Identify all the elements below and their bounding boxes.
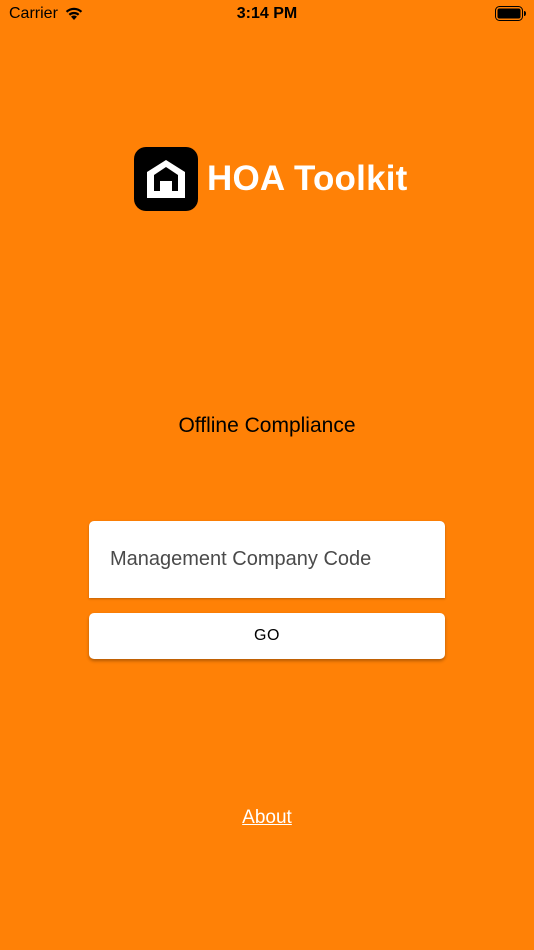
app-logo: HOA Toolkit [134,147,408,211]
status-bar: Carrier 3:14 PM [0,0,534,30]
house-logo-icon [134,147,198,211]
go-button[interactable]: GO [89,613,445,659]
status-time: 3:14 PM [236,5,298,22]
page-subtitle: Offline Compliance [178,414,356,437]
battery-icon [495,6,526,21]
app-title: HOA Toolkit [207,159,408,198]
company-code-input[interactable] [89,521,445,598]
about-link[interactable]: About [0,807,534,829]
